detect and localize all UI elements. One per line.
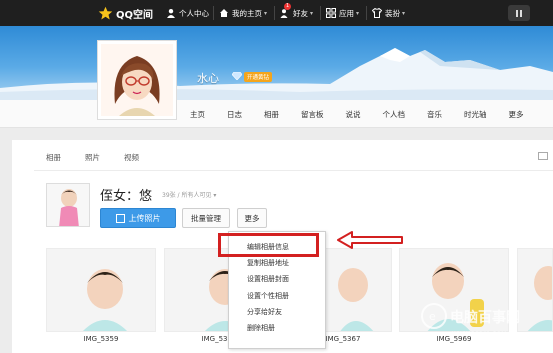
nav-label: 个人中心 <box>179 8 209 18</box>
tab-message-board[interactable]: 留言板 <box>301 109 324 120</box>
nav-label: 我的主页 <box>232 8 262 18</box>
divider <box>34 170 553 171</box>
more-button[interactable]: 更多 <box>237 208 267 228</box>
snow-mountain-image <box>0 48 553 100</box>
photo-thumbnail[interactable] <box>46 248 156 332</box>
tab-home[interactable]: 主页 <box>190 109 205 120</box>
username[interactable]: 水心 <box>197 70 219 86</box>
tab-shuoshuo[interactable]: 说说 <box>346 109 361 120</box>
image-icon[interactable] <box>538 152 548 160</box>
home-icon <box>220 9 228 17</box>
menu-item-set-custom-album[interactable]: 设置个性相册 <box>247 291 289 301</box>
album-meta-text: 39张 / 所有人可见 <box>162 192 212 199</box>
upload-photos-button[interactable]: 上传照片 <box>100 208 176 228</box>
profile-banner <box>0 26 553 100</box>
highlight-box <box>218 233 319 257</box>
nav-label: 应用 <box>339 8 354 18</box>
menu-item-copy-album-address[interactable]: 复制相册地址 <box>247 258 289 268</box>
album-title: 侄女：悠 <box>100 189 153 204</box>
apps-grid-icon <box>326 8 336 18</box>
album-subtabs: 相册 照片 视频 <box>46 152 163 163</box>
profile-tabs: 主页 日志 相册 留言板 说说 个人档 音乐 时光轴 更多 <box>190 100 524 128</box>
tab-profile[interactable]: 个人档 <box>383 109 406 120</box>
upload-photos-label: 上传照片 <box>128 213 161 223</box>
chevron-down-icon: ▾ <box>310 9 314 17</box>
subtab-albums[interactable]: 相册 <box>46 152 61 163</box>
nav-personal-center[interactable]: 个人中心 <box>166 0 209 26</box>
nav-friends[interactable]: 1 好友 ▾ <box>274 0 314 26</box>
site-watermark-logo: e 电脑百事网 WWW.PC841.COM <box>421 303 520 338</box>
tab-timeline[interactable]: 时光轴 <box>464 109 487 120</box>
chevron-down-icon: ▾ <box>356 9 360 17</box>
nav-label: 好友 <box>293 8 308 18</box>
avatar[interactable] <box>97 40 177 120</box>
batch-manage-button[interactable]: 批量管理 <box>182 208 230 228</box>
menu-item-set-album-cover[interactable]: 设置相册封面 <box>247 274 289 284</box>
annotation-arrow-icon <box>337 231 403 249</box>
photo-caption: IMG_5359 <box>83 335 119 343</box>
svg-text:WWW.PC841.COM: WWW.PC841.COM <box>452 331 506 338</box>
subtab-videos[interactable]: 视频 <box>124 152 139 163</box>
menu-item-delete-album[interactable]: 删除相册 <box>247 323 275 333</box>
top-navigation-content: QQ空间 个人中心 我的主页 ▾ 1 好友 ▾ 应用 ▾ 装扮 ▾ <box>0 0 553 26</box>
svg-text:电脑百事网: 电脑百事网 <box>450 309 520 326</box>
tab-album[interactable]: 相册 <box>264 109 279 120</box>
album-meta[interactable]: 39张 / 所有人可见 ▾ <box>162 190 216 199</box>
avatar-image <box>101 44 173 116</box>
diamond-icon <box>232 72 242 80</box>
qzone-logo-text: QQ空间 <box>116 9 154 21</box>
star-icon <box>98 6 113 19</box>
subtab-photos[interactable]: 照片 <box>85 152 100 163</box>
user-icon <box>167 9 175 18</box>
nav-decoration[interactable]: 装扮 ▾ <box>366 0 406 26</box>
svg-text:e: e <box>429 310 436 323</box>
tab-more[interactable]: 更多 <box>509 109 524 120</box>
menu-item-share-to-friends[interactable]: 分享给好友 <box>247 307 282 317</box>
music-pause-button[interactable] <box>508 5 530 21</box>
notification-badge: 1 <box>284 3 292 10</box>
album-cover[interactable] <box>46 183 90 227</box>
nav-label: 装扮 <box>385 8 400 18</box>
tab-music[interactable]: 音乐 <box>427 109 442 120</box>
chevron-down-icon: ▾ <box>402 9 406 17</box>
nav-apps[interactable]: 应用 ▾ <box>320 0 360 26</box>
album-cover-image <box>47 184 89 226</box>
vip-badge[interactable]: 开通黄钻 <box>244 72 273 82</box>
tab-blog[interactable]: 日志 <box>227 109 242 120</box>
qzone-logo[interactable]: QQ空间 <box>98 4 153 22</box>
nav-my-homepage[interactable]: 我的主页 ▾ <box>213 0 268 26</box>
baby-photo-image <box>47 249 155 331</box>
tshirt-icon <box>372 8 382 18</box>
upload-icon <box>115 213 125 223</box>
chevron-down-icon: ▾ <box>264 9 268 17</box>
